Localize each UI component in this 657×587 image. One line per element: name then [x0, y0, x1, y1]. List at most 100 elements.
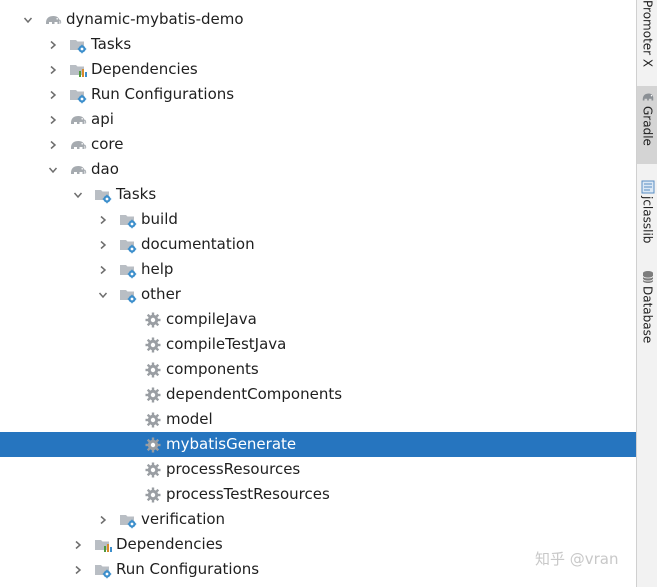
tree-item-processresources[interactable]: processResources: [0, 457, 636, 482]
chevron-down-icon[interactable]: [47, 164, 59, 176]
tree-item-dao[interactable]: dao: [0, 157, 636, 182]
folder-chart-icon: [69, 61, 87, 79]
chevron-right-icon[interactable]: [47, 39, 59, 51]
tree-item-help[interactable]: help: [0, 257, 636, 282]
folder-chart-icon: [94, 536, 112, 554]
side-tab-label: Promoter X: [640, 0, 655, 68]
tree-item-label: help: [141, 260, 174, 278]
side-tab-label: Database: [640, 286, 655, 344]
tree-item-processtestresources[interactable]: processTestResources: [0, 482, 636, 507]
tree-item-label: dependentComponents: [166, 385, 343, 403]
chevron-down-icon[interactable]: [22, 14, 34, 26]
elephant-icon: [69, 161, 87, 179]
chevron-right-icon[interactable]: [47, 114, 59, 126]
tree-item-label: Tasks: [116, 185, 157, 203]
chevron-right-icon[interactable]: [97, 264, 109, 276]
elephant-icon: [641, 90, 655, 104]
folder-gear-icon: [119, 236, 137, 254]
tree-item-other[interactable]: other: [0, 282, 636, 307]
tree-item-tasks[interactable]: Tasks: [0, 182, 636, 207]
tree-item-run-configurations[interactable]: Run Configurations: [0, 82, 636, 107]
tree-item-label: Dependencies: [116, 535, 223, 553]
chevron-down-icon[interactable]: [97, 289, 109, 301]
tree-item-label: core: [91, 135, 124, 153]
tree-item-compilejava[interactable]: compileJava: [0, 307, 636, 332]
tree-item-label: components: [166, 360, 259, 378]
elephant-icon: [69, 111, 87, 129]
gradle-tree: dynamic-mybatis-demo Tasks Dependencies Run…: [0, 0, 636, 587]
tree-item-label: model: [166, 410, 213, 428]
tree-item-api[interactable]: api: [0, 107, 636, 132]
gear-icon: [144, 486, 162, 504]
chevron-right-icon[interactable]: [97, 514, 109, 526]
tree-item-label: build: [141, 210, 178, 228]
tree-item-label: compileTestJava: [166, 335, 287, 353]
chevron-right-icon[interactable]: [97, 214, 109, 226]
tree-item-build[interactable]: build: [0, 207, 636, 232]
right-tool-strip: Promoter X Gradle jclasslib Database: [636, 0, 657, 587]
chevron-right-icon[interactable]: [97, 239, 109, 251]
gear-icon: [144, 386, 162, 404]
tree-item-label: verification: [141, 510, 226, 528]
database-icon: [641, 270, 655, 284]
chevron-right-icon[interactable]: [47, 89, 59, 101]
tree-item-verification[interactable]: verification: [0, 507, 636, 532]
folder-gear-icon: [69, 36, 87, 54]
chevron-down-icon[interactable]: [72, 189, 84, 201]
tree-item-model[interactable]: model: [0, 407, 636, 432]
tree-item-label: compileJava: [166, 310, 257, 328]
tree-item-dynamic-mybatis-demo[interactable]: dynamic-mybatis-demo: [0, 7, 636, 32]
tree-item-documentation[interactable]: documentation: [0, 232, 636, 257]
chevron-right-icon[interactable]: [47, 64, 59, 76]
tree-item-label: processTestResources: [166, 485, 330, 503]
tree-item-label: Dependencies: [91, 60, 198, 78]
tree-item-label: Tasks: [91, 35, 132, 53]
gear-icon: [144, 436, 162, 454]
side-tab-promoter-x[interactable]: Promoter X: [637, 0, 657, 78]
elephant-icon: [44, 11, 62, 29]
folder-gear-icon: [94, 186, 112, 204]
side-tab-label: Gradle: [640, 106, 655, 146]
folder-gear-icon: [69, 86, 87, 104]
tree-item-label: dao: [91, 160, 119, 178]
chevron-right-icon[interactable]: [47, 139, 59, 151]
side-tab-label: jclasslib: [640, 196, 655, 244]
side-tab-gradle[interactable]: Gradle: [637, 86, 657, 164]
tree-item-dependentcomponents[interactable]: dependentComponents: [0, 382, 636, 407]
tree-item-label: processResources: [166, 460, 301, 478]
gear-icon: [144, 461, 162, 479]
watermark-text: 知乎 @vran: [535, 550, 619, 568]
tree-item-dependencies[interactable]: Dependencies: [0, 57, 636, 82]
tree-item-compiletestjava[interactable]: compileTestJava: [0, 332, 636, 357]
folder-gear-icon: [119, 511, 137, 529]
folder-gear-icon: [94, 561, 112, 579]
tree-item-label: mybatisGenerate: [166, 435, 297, 453]
tree-item-components[interactable]: components: [0, 357, 636, 382]
jclasslib-icon: [641, 180, 655, 194]
chevron-right-icon[interactable]: [72, 564, 84, 576]
tree-item-label: Run Configurations: [116, 560, 260, 578]
tree-item-label: documentation: [141, 235, 255, 253]
tree-item-label: Run Configurations: [91, 85, 235, 103]
gear-icon: [144, 311, 162, 329]
tree-item-mybatisgenerate[interactable]: mybatisGenerate: [0, 432, 636, 457]
tree-item-label: api: [91, 110, 114, 128]
chevron-right-icon[interactable]: [72, 539, 84, 551]
folder-gear-icon: [119, 261, 137, 279]
tree-item-core[interactable]: core: [0, 132, 636, 157]
folder-gear-icon: [119, 211, 137, 229]
gear-icon: [144, 336, 162, 354]
gear-icon: [144, 411, 162, 429]
tree-item-tasks[interactable]: Tasks: [0, 32, 636, 57]
folder-gear-icon: [119, 286, 137, 304]
side-tab-jclasslib[interactable]: jclasslib: [637, 176, 657, 256]
tree-item-label: other: [141, 285, 181, 303]
side-tab-database[interactable]: Database: [637, 266, 657, 354]
elephant-icon: [69, 136, 87, 154]
